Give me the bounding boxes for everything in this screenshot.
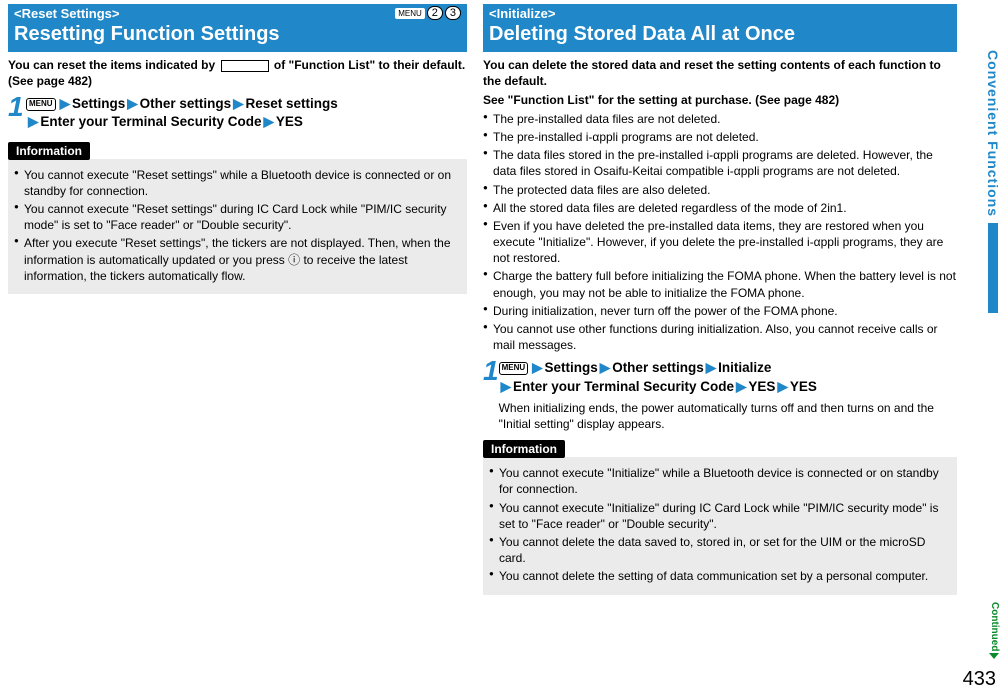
step-reset-settings: Reset settings — [246, 96, 338, 111]
bullet-item: You cannot use other functions during in… — [483, 321, 957, 353]
side-tab: Convenient Functions — [984, 50, 1002, 687]
info-item: You cannot execute "Initialize" during I… — [489, 500, 951, 532]
arrow-icon: ▶ — [499, 379, 513, 394]
step-yes-1: YES — [748, 379, 775, 394]
info-item: You cannot execute "Reset settings" whil… — [14, 167, 461, 199]
arrow-icon: ▶ — [26, 114, 40, 129]
left-lead-part1: You can reset the items indicated by — [8, 58, 219, 72]
left-info-header: Information — [8, 142, 90, 160]
side-color-tab-icon — [988, 223, 998, 313]
step-yes-2: YES — [790, 379, 817, 394]
menu-icon: MENU — [395, 8, 425, 19]
step-other-settings: Other settings — [612, 360, 704, 375]
title-icons: MENU 2 3 — [395, 6, 461, 20]
shortcut-number-3-icon: 3 — [445, 6, 461, 20]
step-yes: YES — [276, 114, 303, 129]
step-body: MENU▶Settings▶Other settings▶Initialize … — [499, 357, 957, 432]
info-item: You cannot execute "Initialize" while a … — [489, 465, 951, 497]
right-title-band: <Initialize> Deleting Stored Data All at… — [483, 4, 957, 52]
right-section-tag: <Initialize> — [489, 6, 951, 21]
info-item: You cannot delete the setting of data co… — [489, 568, 951, 584]
left-lead: You can reset the items indicated by of … — [8, 58, 467, 89]
right-section-title: Deleting Stored Data All at Once — [489, 23, 951, 46]
step-number: 1 — [483, 357, 499, 432]
right-info-header: Information — [483, 440, 565, 458]
left-title-band: MENU 2 3 <Reset Settings> Resetting Func… — [8, 4, 467, 52]
step-settings: Settings — [545, 360, 598, 375]
info-item: You cannot delete the data saved to, sto… — [489, 534, 951, 566]
info-item: After you execute "Reset settings", the … — [14, 235, 461, 284]
page-number: 433 — [963, 668, 996, 691]
left-section-title: Resetting Function Settings — [14, 23, 461, 46]
right-column: <Initialize> Deleting Stored Data All at… — [475, 0, 965, 697]
right-lead-2: See "Function List" for the setting at p… — [483, 93, 957, 109]
menu-key-icon: MENU — [26, 98, 56, 111]
arrow-icon: ▶ — [734, 379, 748, 394]
continued-label: Continued — [989, 602, 1000, 663]
bullet-item: The data files stored in the pre-install… — [483, 147, 957, 179]
arrow-icon: ▶ — [704, 360, 718, 375]
arrow-icon: ▶ — [231, 96, 245, 111]
side-section-label: Convenient Functions — [985, 50, 1001, 217]
step-sub-note: When initializing ends, the power automa… — [499, 400, 957, 432]
step-other-settings: Other settings — [140, 96, 232, 111]
bullet-item: During initialization, never turn off th… — [483, 303, 957, 319]
right-step-1: 1 MENU▶Settings▶Other settings▶Initializ… — [483, 357, 957, 432]
bullet-item: Charge the battery full before initializ… — [483, 268, 957, 300]
step-body: MENU▶Settings▶Other settings▶Reset setti… — [26, 93, 338, 131]
right-info-box: You cannot execute "Initialize" while a … — [483, 457, 957, 594]
arrow-icon: ▶ — [775, 379, 789, 394]
step-number: 1 — [8, 93, 26, 131]
step-settings: Settings — [72, 96, 125, 111]
arrow-icon: ▶ — [598, 360, 612, 375]
left-section-tag: <Reset Settings> — [14, 6, 461, 21]
step-enter-code: Enter your Terminal Security Code — [40, 114, 261, 129]
arrow-icon: ▶ — [58, 96, 72, 111]
arrow-icon: ▶ — [125, 96, 139, 111]
left-info-box: You cannot execute "Reset settings" whil… — [8, 159, 467, 294]
bullet-item: The protected data files are also delete… — [483, 182, 957, 198]
menu-key-icon: MENU — [499, 362, 529, 375]
bullet-item: Even if you have deleted the pre-install… — [483, 218, 957, 267]
step-initialize: Initialize — [718, 360, 771, 375]
continued-text: Continued — [989, 602, 1000, 651]
left-column: MENU 2 3 <Reset Settings> Resetting Func… — [0, 0, 475, 697]
continued-arrow-icon — [989, 653, 999, 659]
arrow-icon: ▶ — [261, 114, 275, 129]
left-step-1: 1 MENU▶Settings▶Other settings▶Reset set… — [8, 93, 467, 131]
shortcut-number-2-icon: 2 — [427, 6, 443, 20]
bullet-item: The pre-installed data files are not del… — [483, 111, 957, 127]
arrow-icon: ▶ — [530, 360, 544, 375]
right-lead-1: You can delete the stored data and reset… — [483, 58, 957, 89]
bullet-item: All the stored data files are deleted re… — [483, 200, 957, 216]
info-item: You cannot execute "Reset settings" duri… — [14, 201, 461, 233]
bullet-item: The pre-installed i-αppli programs are n… — [483, 129, 957, 145]
placeholder-box-icon — [221, 60, 269, 72]
step-enter-code: Enter your Terminal Security Code — [513, 379, 734, 394]
